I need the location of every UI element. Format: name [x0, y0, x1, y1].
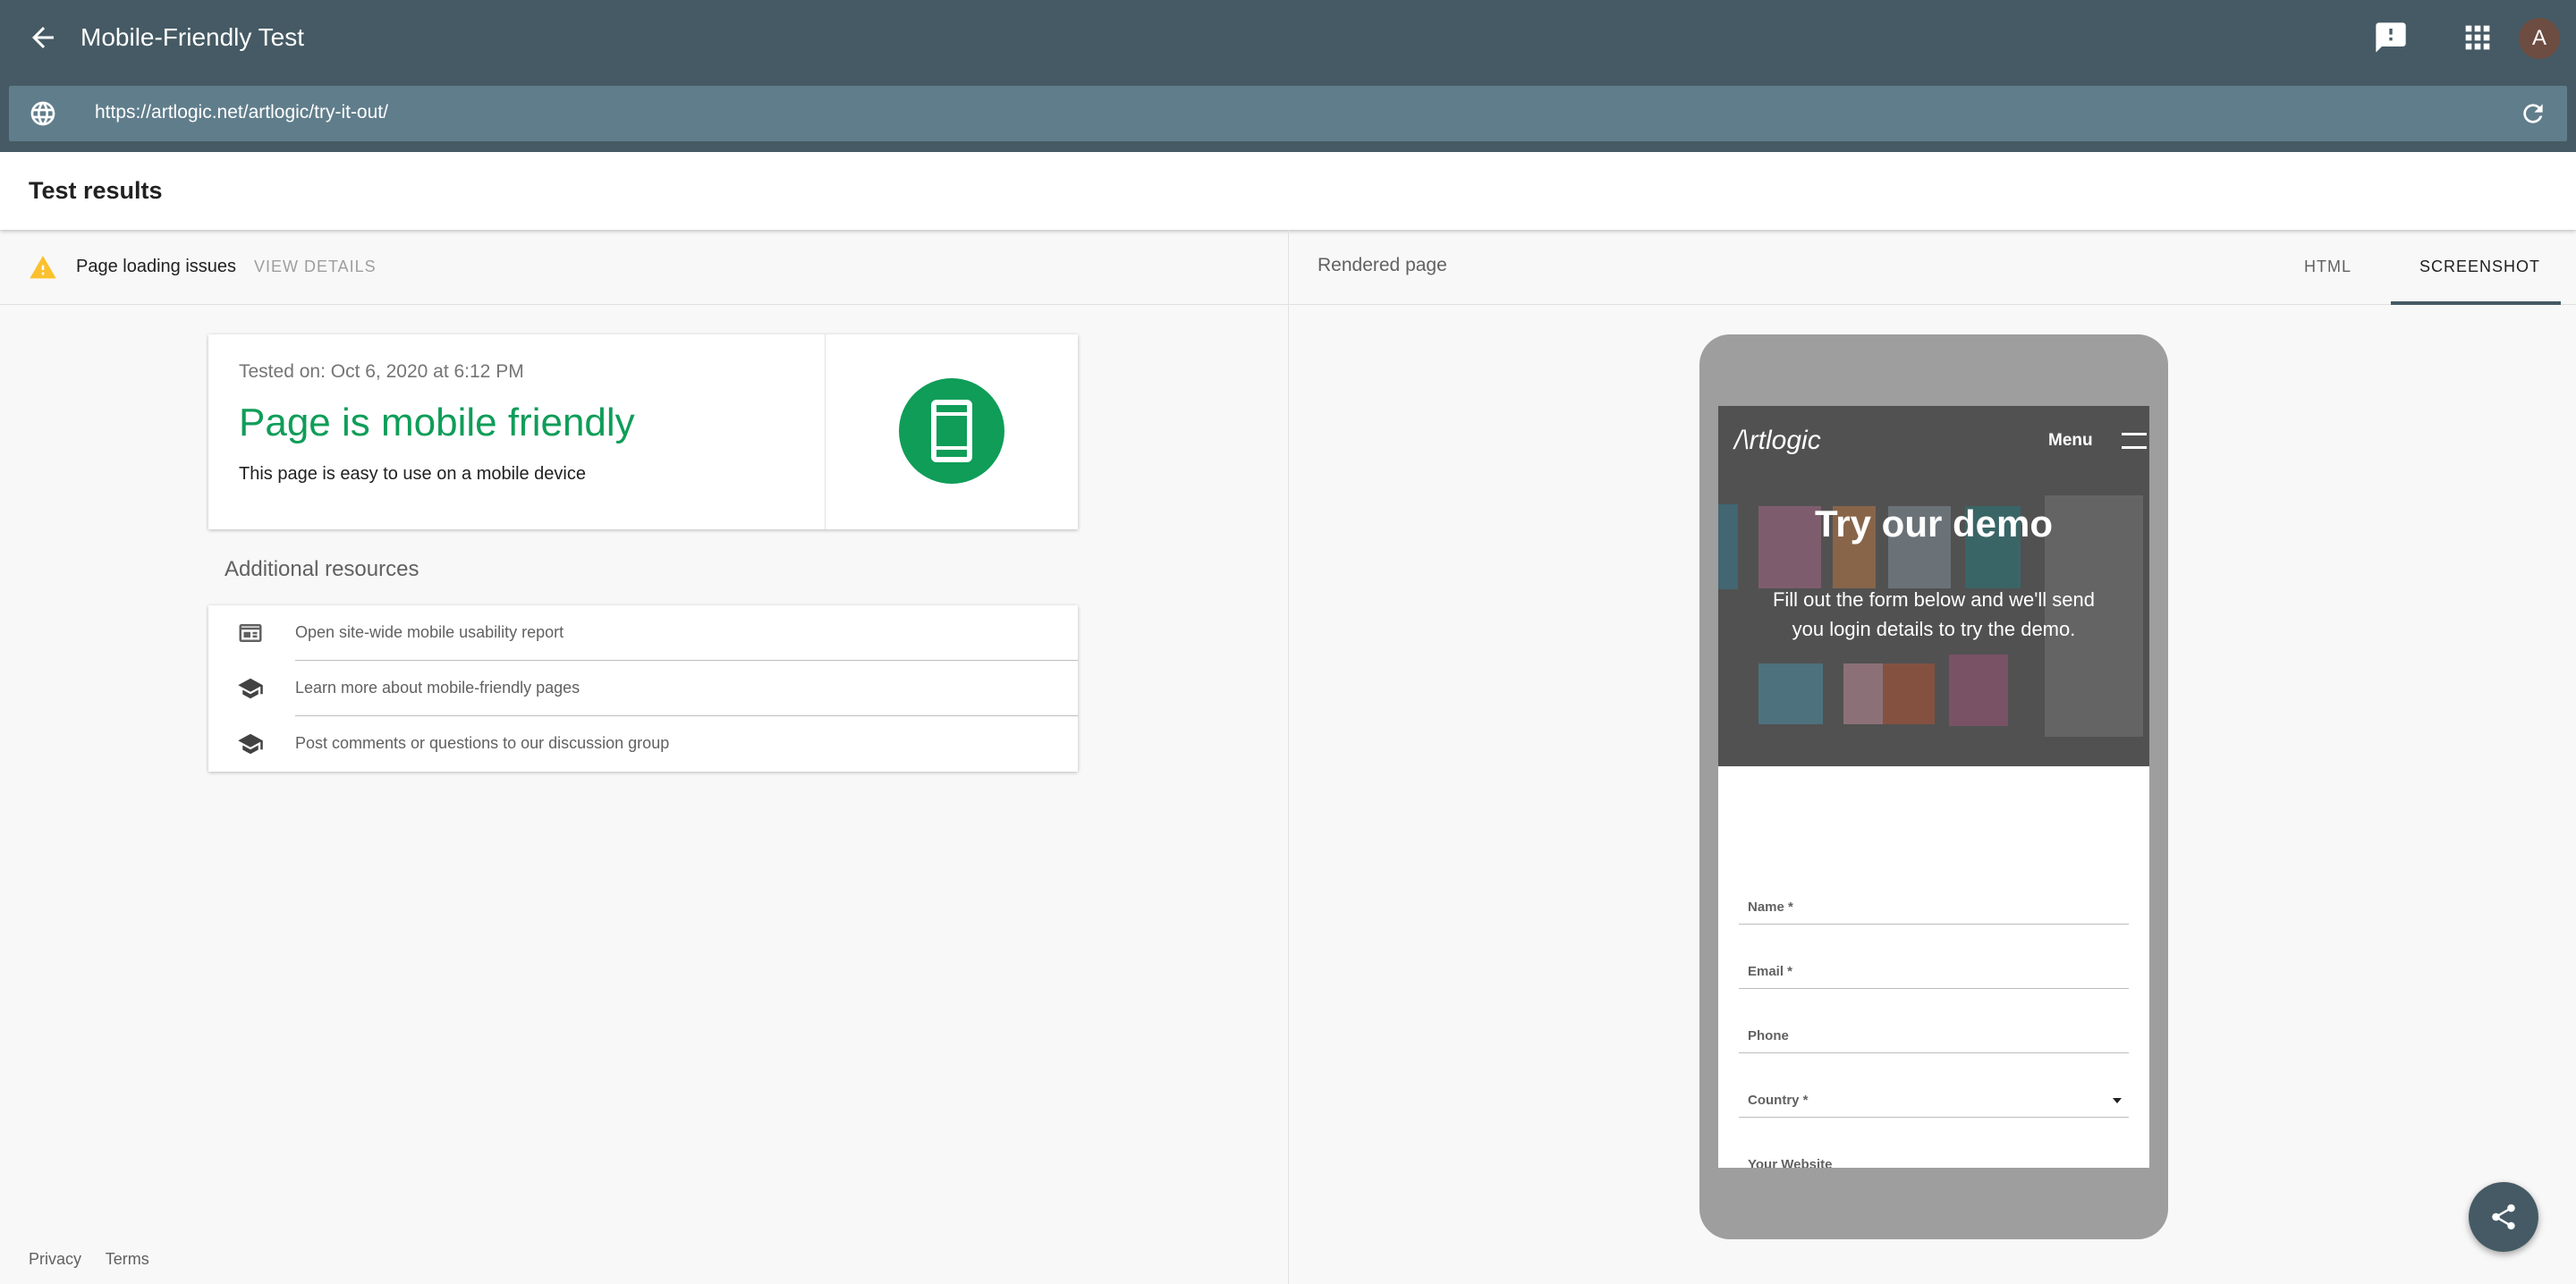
footer: Privacy Terms	[29, 1250, 169, 1269]
mobile-phone-icon	[899, 378, 1004, 484]
list-item[interactable]: Post comments or questions to our discus…	[208, 716, 1078, 772]
app-title: Mobile-Friendly Test	[80, 23, 305, 51]
school-icon	[237, 675, 264, 702]
avatar[interactable]: A	[2519, 18, 2560, 59]
preview-hero: /\rtlogic Menu Try our demo Fill out the…	[1718, 406, 2149, 766]
privacy-link[interactable]: Privacy	[29, 1250, 81, 1268]
active-tab-indicator	[2391, 301, 2561, 305]
preview-country-select: Country *	[1739, 1082, 2129, 1118]
list-item[interactable]: Open site-wide mobile usability report	[208, 605, 1078, 661]
preview-heading: Try our demo	[1814, 503, 2054, 545]
feedback-icon[interactable]	[2373, 20, 2409, 55]
preview-name-field: Name *	[1739, 889, 2129, 925]
tab-screenshot[interactable]: SCREENSHOT	[2419, 258, 2540, 276]
dropdown-caret-icon	[2113, 1098, 2122, 1103]
apps-grid-icon[interactable]	[2460, 20, 2496, 55]
list-item[interactable]: Learn more about mobile-friendly pages	[208, 661, 1078, 716]
refresh-icon[interactable]	[2519, 99, 2547, 128]
hamburger-menu-icon	[2122, 433, 2147, 449]
app-bar: Mobile-Friendly Test A https://artlogic.…	[0, 0, 2576, 152]
school-icon	[237, 731, 264, 757]
issues-text: Page loading issues	[76, 257, 237, 276]
card-divider	[825, 334, 826, 529]
back-arrow-icon[interactable]	[27, 21, 59, 54]
artlogic-logo: /\rtlogic	[1734, 426, 1821, 455]
preview-paragraph: Fill out the form below and we'll send y…	[1772, 588, 2096, 640]
device-frame: /\rtlogic Menu Try our demo Fill out the…	[1699, 334, 2168, 1239]
resource-link[interactable]: Open site-wide mobile usability report	[295, 623, 564, 642]
rendered-screenshot: /\rtlogic Menu Try our demo Fill out the…	[1718, 406, 2149, 1168]
verdict-subtext: This page is easy to use on a mobile dev…	[239, 464, 586, 484]
url-input[interactable]: https://artlogic.net/artlogic/try-it-out…	[95, 102, 388, 123]
resource-link[interactable]: Learn more about mobile-friendly pages	[295, 679, 580, 697]
page-title: Test results	[29, 177, 163, 204]
rendered-page-pane: Rendered page HTML SCREENSHOT /\rtlogic …	[1289, 230, 2576, 1284]
resources-list: Open site-wide mobile usability report L…	[208, 605, 1078, 772]
terms-link[interactable]: Terms	[106, 1250, 149, 1268]
additional-resources-heading: Additional resources	[225, 557, 419, 581]
preview-email-field: Email *	[1739, 953, 2129, 989]
url-bar[interactable]: https://artlogic.net/artlogic/try-it-out…	[9, 86, 2567, 141]
page-loading-issues-bar: Page loading issues VIEW DETAILS	[0, 230, 1288, 305]
verdict-card: Tested on: Oct 6, 2020 at 6:12 PM Page i…	[208, 334, 1078, 529]
tab-html[interactable]: HTML	[2304, 258, 2351, 276]
results-pane: Page loading issues VIEW DETAILS Tested …	[0, 230, 1288, 1284]
resource-link[interactable]: Post comments or questions to our discus…	[295, 734, 669, 753]
view-details-button[interactable]: VIEW DETAILS	[254, 258, 377, 276]
rendered-page-title: Rendered page	[1318, 255, 1447, 275]
preview-phone-field: Phone	[1739, 1018, 2129, 1053]
preview-menu-label: Menu	[2048, 431, 2093, 450]
preview-website-field: Your Website	[1739, 1146, 2129, 1168]
verdict-headline: Page is mobile friendly	[239, 401, 635, 444]
share-icon	[2492, 1204, 2515, 1230]
tested-on-text: Tested on: Oct 6, 2020 at 6:12 PM	[239, 361, 524, 382]
globe-icon	[29, 99, 57, 128]
results-header: Test results	[0, 152, 2576, 230]
share-button[interactable]	[2469, 1182, 2538, 1252]
rendered-page-header: Rendered page HTML SCREENSHOT	[1289, 230, 2576, 305]
warning-icon	[29, 253, 57, 280]
report-icon	[237, 620, 264, 646]
